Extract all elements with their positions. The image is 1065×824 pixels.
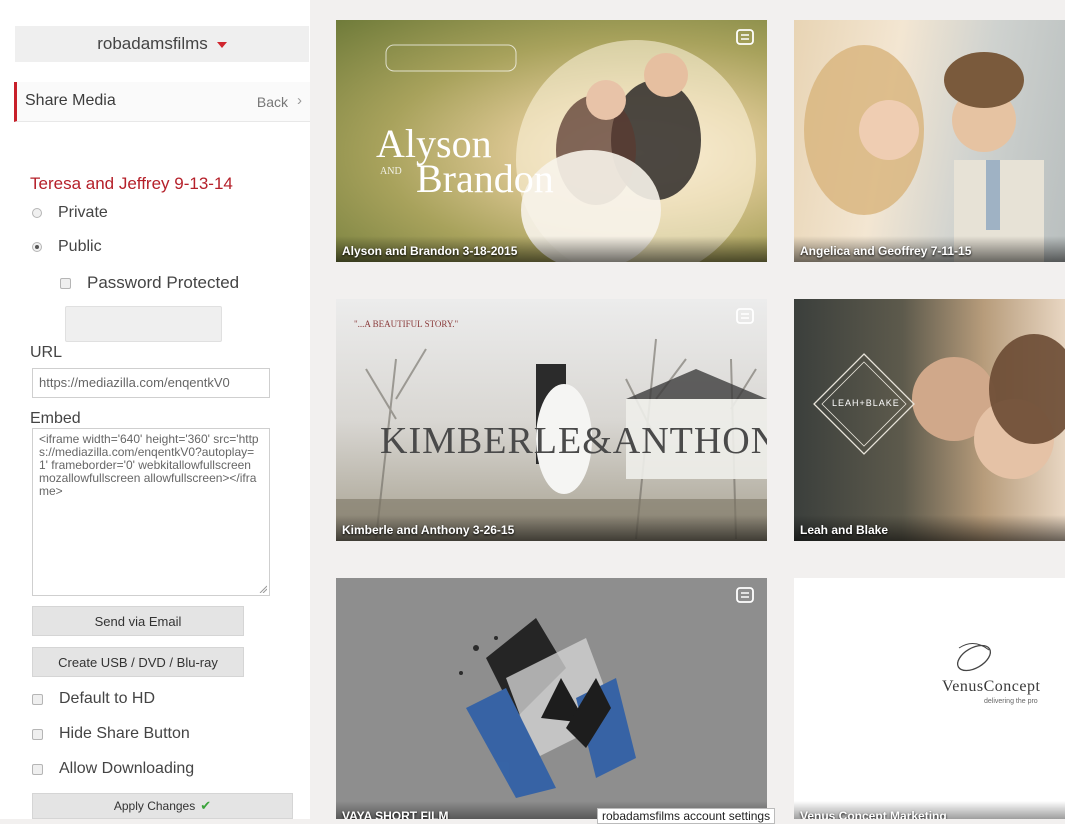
tile-art-title: KIMBERLE&ANTHONY <box>380 420 767 462</box>
embed-label: Embed <box>30 410 81 427</box>
tile-art-tagline: "...A BEAUTIFUL STORY." <box>354 319 459 329</box>
tile-thumbnail <box>459 618 636 798</box>
chevron-right-icon[interactable]: › <box>297 92 302 109</box>
password-checkbox[interactable] <box>60 277 71 289</box>
media-tile[interactable]: VAYA SHORT FILM <box>336 578 767 819</box>
account-dropdown[interactable]: robadamsfilms <box>15 26 309 62</box>
apply-changes-label: Apply Changes <box>113 799 196 813</box>
resize-handle-icon[interactable] <box>259 585 267 593</box>
private-radio[interactable] <box>32 208 42 218</box>
media-tile[interactable]: LEAH+BLAKE Leah and Blake <box>794 299 1065 541</box>
tile-art-badge: LEAH+BLAKE <box>832 398 900 408</box>
share-sidebar: robadamsfilms Share Media Back › Teresa … <box>0 0 310 819</box>
private-label: Private <box>58 204 108 221</box>
public-label: Public <box>58 238 102 255</box>
allow-download-option[interactable]: Allow Downloading <box>32 760 194 778</box>
account-name: robadamsfilms <box>97 34 208 53</box>
privacy-private-option[interactable]: Private <box>32 204 108 222</box>
allow-download-checkbox[interactable] <box>32 763 43 775</box>
hide-share-checkbox[interactable] <box>32 728 43 740</box>
chevron-down-icon <box>216 42 227 48</box>
account-settings-tooltip: robadamsfilms account settings <box>597 808 776 824</box>
tile-caption: Alyson and Brandon 3-18-2015 <box>336 236 767 262</box>
password-protected-option[interactable]: Password Protected <box>60 273 239 293</box>
apply-changes-button[interactable]: Apply Changes ✔ <box>32 793 293 819</box>
public-radio[interactable] <box>32 242 42 252</box>
send-email-button[interactable]: Send via Email <box>32 606 244 636</box>
tile-caption: Venus Concept Marketing <box>794 801 1065 819</box>
tile-caption: Kimberle and Anthony 3-26-15 <box>336 515 767 541</box>
tile-art-title: Brandon <box>416 156 554 201</box>
default-hd-option[interactable]: Default to HD <box>32 690 155 708</box>
playlist-icon <box>736 587 754 603</box>
tile-thumbnail <box>813 334 1065 479</box>
media-tile[interactable]: VenusConcept delivering the pro Venus Co… <box>794 578 1065 819</box>
playlist-icon <box>736 308 754 324</box>
privacy-public-option[interactable]: Public <box>32 238 102 256</box>
tile-caption: Leah and Blake <box>794 515 1065 541</box>
create-usb-dvd-button[interactable]: Create USB / DVD / Blu-ray <box>32 647 244 677</box>
password-label: Password Protected <box>87 273 240 292</box>
hide-share-label: Hide Share Button <box>59 725 190 742</box>
password-input[interactable] <box>65 306 222 342</box>
media-title: Teresa and Jeffrey 9-13-14 <box>30 174 233 193</box>
tile-thumbnail <box>804 45 1044 262</box>
media-tile[interactable]: "...A BEAUTIFUL STORY." KIMBERLE&ANTHONY… <box>336 299 767 541</box>
checkmark-icon: ✔ <box>200 798 212 813</box>
default-hd-checkbox[interactable] <box>32 693 43 705</box>
share-media-title: Share Media <box>25 92 116 109</box>
tile-caption: Angelica and Geoffrey 7-11-15 <box>794 236 1065 262</box>
media-tile[interactable]: Angelica and Geoffrey 7-11-15 <box>794 20 1065 262</box>
default-hd-label: Default to HD <box>59 690 156 707</box>
back-button[interactable]: Back <box>257 94 288 110</box>
allow-download-label: Allow Downloading <box>59 760 195 777</box>
media-tile[interactable]: Alyson AND Brandon Alyson and Brandon 3-… <box>336 20 767 262</box>
embed-code-textarea[interactable]: <iframe width='640' height='360' src='ht… <box>32 428 270 596</box>
share-media-header: Share Media Back › <box>14 82 310 122</box>
tile-art-and: AND <box>380 166 402 177</box>
tile-art-tagline: delivering the pro <box>984 698 1038 705</box>
url-field[interactable]: https://mediazilla.com/enqentkV0 <box>32 368 270 398</box>
url-label: URL <box>30 344 63 361</box>
embed-code-text: <iframe width='640' height='360' src='ht… <box>39 432 259 498</box>
tile-art-logo: VenusConcept <box>942 678 1041 695</box>
hide-share-option[interactable]: Hide Share Button <box>32 725 190 743</box>
playlist-icon <box>736 29 754 45</box>
